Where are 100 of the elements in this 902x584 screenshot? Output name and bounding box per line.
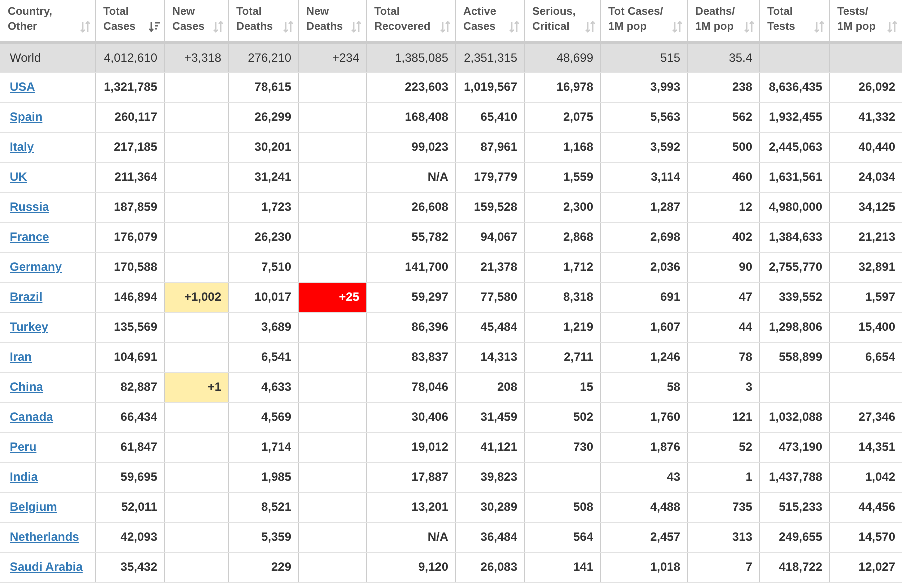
table-cell: 1,018 bbox=[600, 552, 687, 582]
table-cell: 1,168 bbox=[524, 132, 600, 162]
table-cell: 418,722 bbox=[759, 552, 829, 582]
sort-icon bbox=[350, 21, 362, 34]
table-cell: 2,868 bbox=[524, 222, 600, 252]
table-cell: 17,887 bbox=[366, 462, 455, 492]
table-cell: 168,408 bbox=[366, 102, 455, 132]
country-link[interactable]: China bbox=[10, 380, 44, 394]
table-cell: 66,434 bbox=[95, 402, 164, 432]
table-cell: 2,711 bbox=[524, 342, 600, 372]
table-cell: 39,823 bbox=[455, 462, 524, 492]
table-cell: 2,300 bbox=[524, 192, 600, 222]
table-cell: 1 bbox=[687, 462, 759, 492]
table-cell: 502 bbox=[524, 402, 600, 432]
table-cell: 59,695 bbox=[95, 462, 164, 492]
table-cell: 508 bbox=[524, 492, 600, 522]
table-cell: 9,120 bbox=[366, 552, 455, 582]
country-link[interactable]: Belgium bbox=[10, 500, 58, 514]
sort-icon bbox=[744, 21, 754, 34]
table-cell: 1,032,088 bbox=[759, 402, 829, 432]
table-cell: 61,847 bbox=[95, 432, 164, 462]
table-cell: 87,961 bbox=[455, 132, 524, 162]
country-link[interactable]: Netherlands bbox=[10, 530, 80, 544]
table-cell: 35.4 bbox=[687, 42, 759, 72]
table-cell: 15 bbox=[524, 372, 600, 402]
table-cell: 170,588 bbox=[95, 252, 164, 282]
table-cell: 30,406 bbox=[366, 402, 455, 432]
table-cell: 260,117 bbox=[95, 102, 164, 132]
highlighted-cell: +1 bbox=[164, 372, 228, 402]
country-link[interactable]: Saudi Arabia bbox=[10, 560, 83, 574]
table-cell: 515,233 bbox=[759, 492, 829, 522]
table-cell: 313 bbox=[687, 522, 759, 552]
table-cell: 4,569 bbox=[228, 402, 298, 432]
table-cell: 19,012 bbox=[366, 432, 455, 462]
table-cell: 6,541 bbox=[228, 342, 298, 372]
table-cell: 27,346 bbox=[829, 402, 902, 432]
table-cell: 32,891 bbox=[829, 252, 902, 282]
table-cell: 1,712 bbox=[524, 252, 600, 282]
table-cell: 515 bbox=[600, 42, 687, 72]
country-link[interactable]: USA bbox=[10, 80, 36, 94]
country-link[interactable]: Italy bbox=[10, 140, 34, 154]
table-cell: 34,125 bbox=[829, 192, 902, 222]
table-cell: 58 bbox=[600, 372, 687, 402]
country-link[interactable]: UK bbox=[10, 170, 28, 184]
table-cell: 59,297 bbox=[366, 282, 455, 312]
country-link[interactable]: Canada bbox=[10, 410, 54, 424]
table-cell: 3,993 bbox=[600, 72, 687, 102]
table-cell: 1,246 bbox=[600, 342, 687, 372]
table-cell: 26,230 bbox=[228, 222, 298, 252]
table-cell: 1,219 bbox=[524, 312, 600, 342]
table-cell: 78,615 bbox=[228, 72, 298, 102]
table-cell: 2,075 bbox=[524, 102, 600, 132]
table-cell: 83,837 bbox=[366, 342, 455, 372]
country-name: World bbox=[10, 50, 42, 64]
country-link[interactable]: Turkey bbox=[10, 320, 48, 334]
table-cell: 141 bbox=[524, 552, 600, 582]
country-link[interactable]: France bbox=[10, 230, 50, 244]
country-link[interactable]: Spain bbox=[10, 110, 43, 124]
table-cell: 26,299 bbox=[228, 102, 298, 132]
table-cell: 14,351 bbox=[829, 432, 902, 462]
country-link[interactable]: Brazil bbox=[10, 290, 43, 304]
sort-icon bbox=[282, 21, 294, 34]
table-cell: 31,459 bbox=[455, 402, 524, 432]
table-cell: 691 bbox=[600, 282, 687, 312]
sort-icon bbox=[584, 21, 596, 34]
country-link[interactable]: Peru bbox=[10, 440, 37, 454]
table-cell: 8,521 bbox=[228, 492, 298, 522]
table-cell: 26,083 bbox=[455, 552, 524, 582]
country-link[interactable]: Iran bbox=[10, 350, 32, 364]
table-cell: 52 bbox=[687, 432, 759, 462]
sort-descending-icon bbox=[148, 21, 160, 34]
table-cell: 187,859 bbox=[95, 192, 164, 222]
table-cell: 55,782 bbox=[366, 222, 455, 252]
table-cell: 1,607 bbox=[600, 312, 687, 342]
table-cell: 558,899 bbox=[759, 342, 829, 372]
table-cell: 7 bbox=[687, 552, 759, 582]
sort-icon bbox=[886, 21, 898, 34]
table-cell: 12 bbox=[687, 192, 759, 222]
table-cell: 4,633 bbox=[228, 372, 298, 402]
highlighted-cell: +25 bbox=[298, 282, 366, 312]
table-cell: 42,093 bbox=[95, 522, 164, 552]
table-cell: 249,655 bbox=[759, 522, 829, 552]
table-cell: 14,570 bbox=[829, 522, 902, 552]
table-cell: 176,079 bbox=[95, 222, 164, 252]
table-cell: +234 bbox=[298, 42, 366, 72]
sort-icon bbox=[508, 21, 520, 34]
table-cell: 735 bbox=[687, 492, 759, 522]
table-cell: 402 bbox=[687, 222, 759, 252]
country-link[interactable]: Germany bbox=[10, 260, 62, 274]
sort-icon bbox=[814, 21, 824, 34]
table-cell: 24,034 bbox=[829, 162, 902, 192]
table-cell: 1,631,561 bbox=[759, 162, 829, 192]
table-cell: 1,985 bbox=[228, 462, 298, 492]
country-link[interactable]: India bbox=[10, 470, 38, 484]
table-cell: 1,384,633 bbox=[759, 222, 829, 252]
table-cell: 3,592 bbox=[600, 132, 687, 162]
country-link[interactable]: Russia bbox=[10, 200, 50, 214]
table-cell: 82,887 bbox=[95, 372, 164, 402]
table-cell: 4,012,610 bbox=[95, 42, 164, 72]
table-cell: 2,445,063 bbox=[759, 132, 829, 162]
